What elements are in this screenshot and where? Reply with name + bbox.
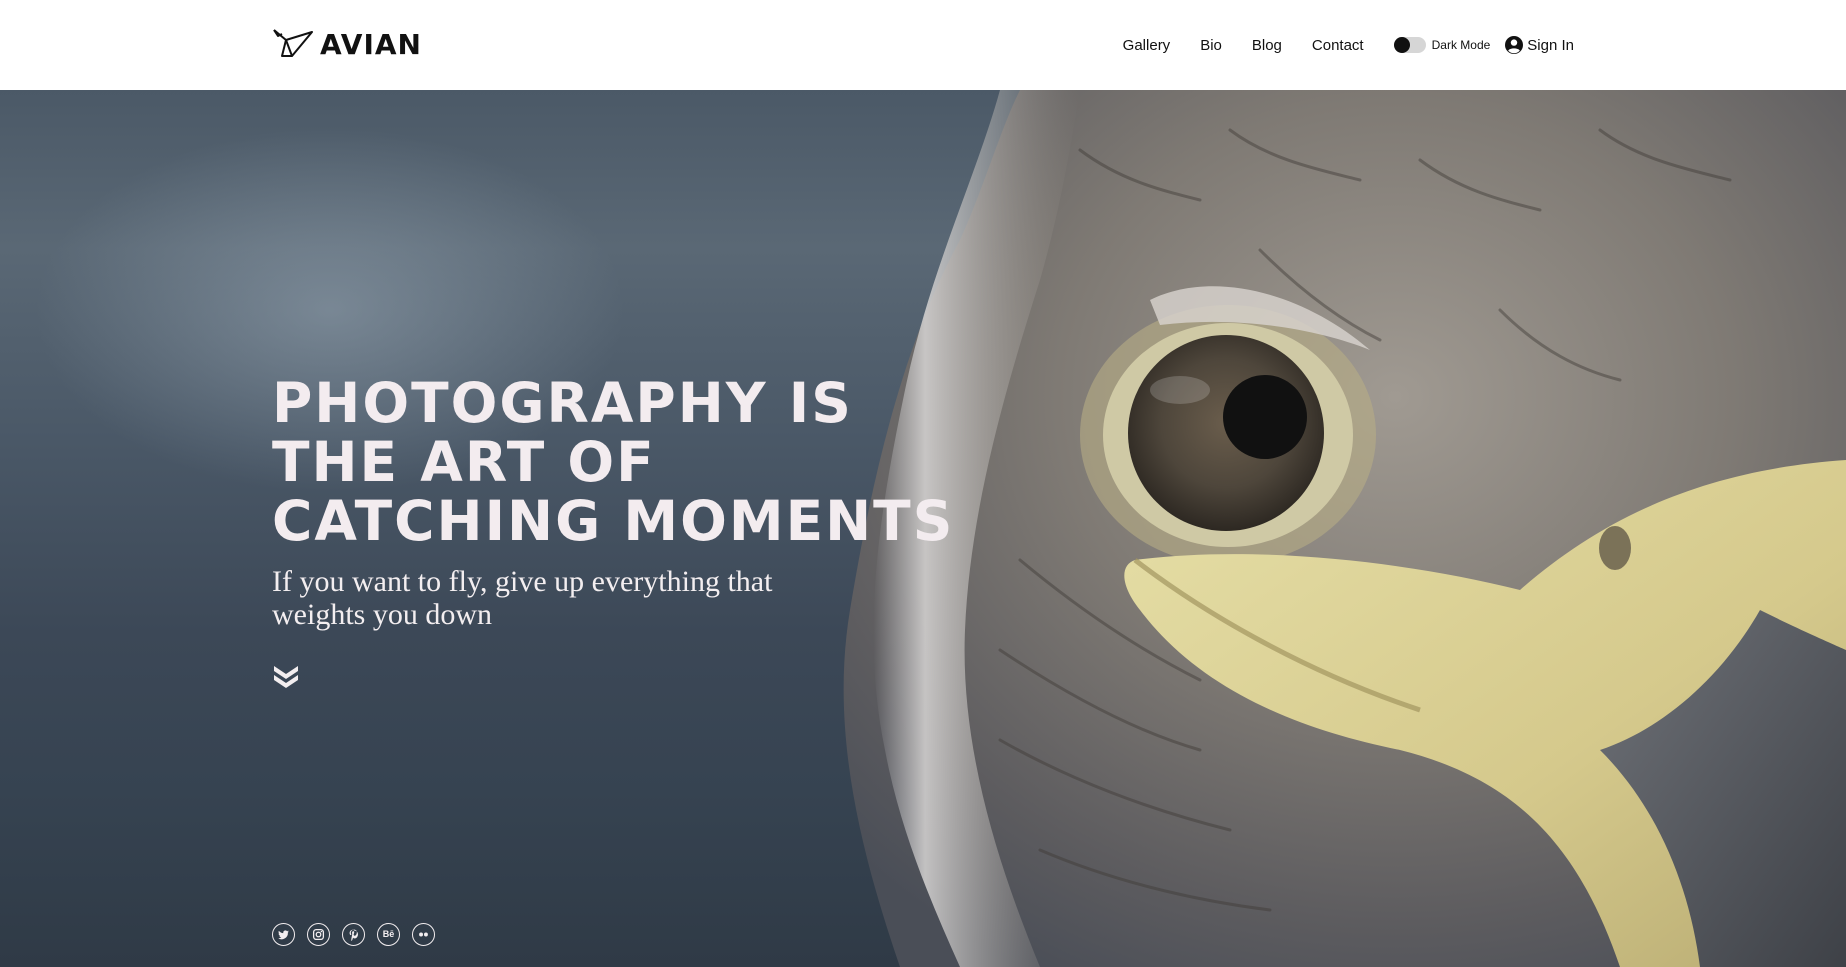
behance-icon: Bē bbox=[382, 929, 395, 939]
scroll-down-button[interactable] bbox=[272, 663, 300, 689]
user-circle-icon bbox=[1505, 36, 1524, 54]
social-links: Bē bbox=[272, 923, 435, 946]
instagram-link[interactable] bbox=[307, 923, 330, 946]
pinterest-link[interactable] bbox=[342, 923, 365, 946]
hero-headline: PHOTOGRAPHY IS THE ART OF CATCHING MOMEN… bbox=[272, 371, 955, 553]
nav-link-gallery[interactable]: Gallery bbox=[1123, 37, 1171, 54]
dark-mode-toggle[interactable] bbox=[1393, 37, 1426, 53]
hero-subline: If you want to fly, give up everything t… bbox=[272, 565, 773, 631]
dark-mode-label: Dark Mode bbox=[1431, 38, 1491, 52]
twitter-icon bbox=[278, 930, 289, 940]
main-nav: Gallery Bio Blog Contact Dark Mode Sign … bbox=[1123, 30, 1574, 60]
flickr-link[interactable] bbox=[412, 923, 435, 946]
nav-link-bio[interactable]: Bio bbox=[1200, 37, 1222, 54]
nav-link-blog[interactable]: Blog bbox=[1252, 37, 1282, 54]
origami-bird-icon bbox=[273, 29, 313, 57]
toggle-knob bbox=[1393, 37, 1410, 53]
instagram-icon bbox=[312, 928, 325, 941]
hero-section: PHOTOGRAPHY IS THE ART OF CATCHING MOMEN… bbox=[0, 90, 1846, 967]
site-header: AVIAN Gallery Bio Blog Contact Dark Mode… bbox=[0, 0, 1846, 90]
flickr-icon bbox=[419, 932, 428, 937]
sign-in-button[interactable]: Sign In bbox=[1504, 35, 1574, 55]
sign-in-label: Sign In bbox=[1527, 36, 1574, 54]
double-chevron-down-icon bbox=[274, 666, 298, 688]
brand-logo[interactable]: AVIAN bbox=[272, 26, 422, 62]
brand-name: AVIAN bbox=[320, 27, 422, 61]
twitter-link[interactable] bbox=[272, 923, 295, 946]
nav-link-contact[interactable]: Contact bbox=[1312, 37, 1364, 54]
pinterest-icon bbox=[349, 929, 358, 941]
behance-link[interactable]: Bē bbox=[377, 923, 400, 946]
